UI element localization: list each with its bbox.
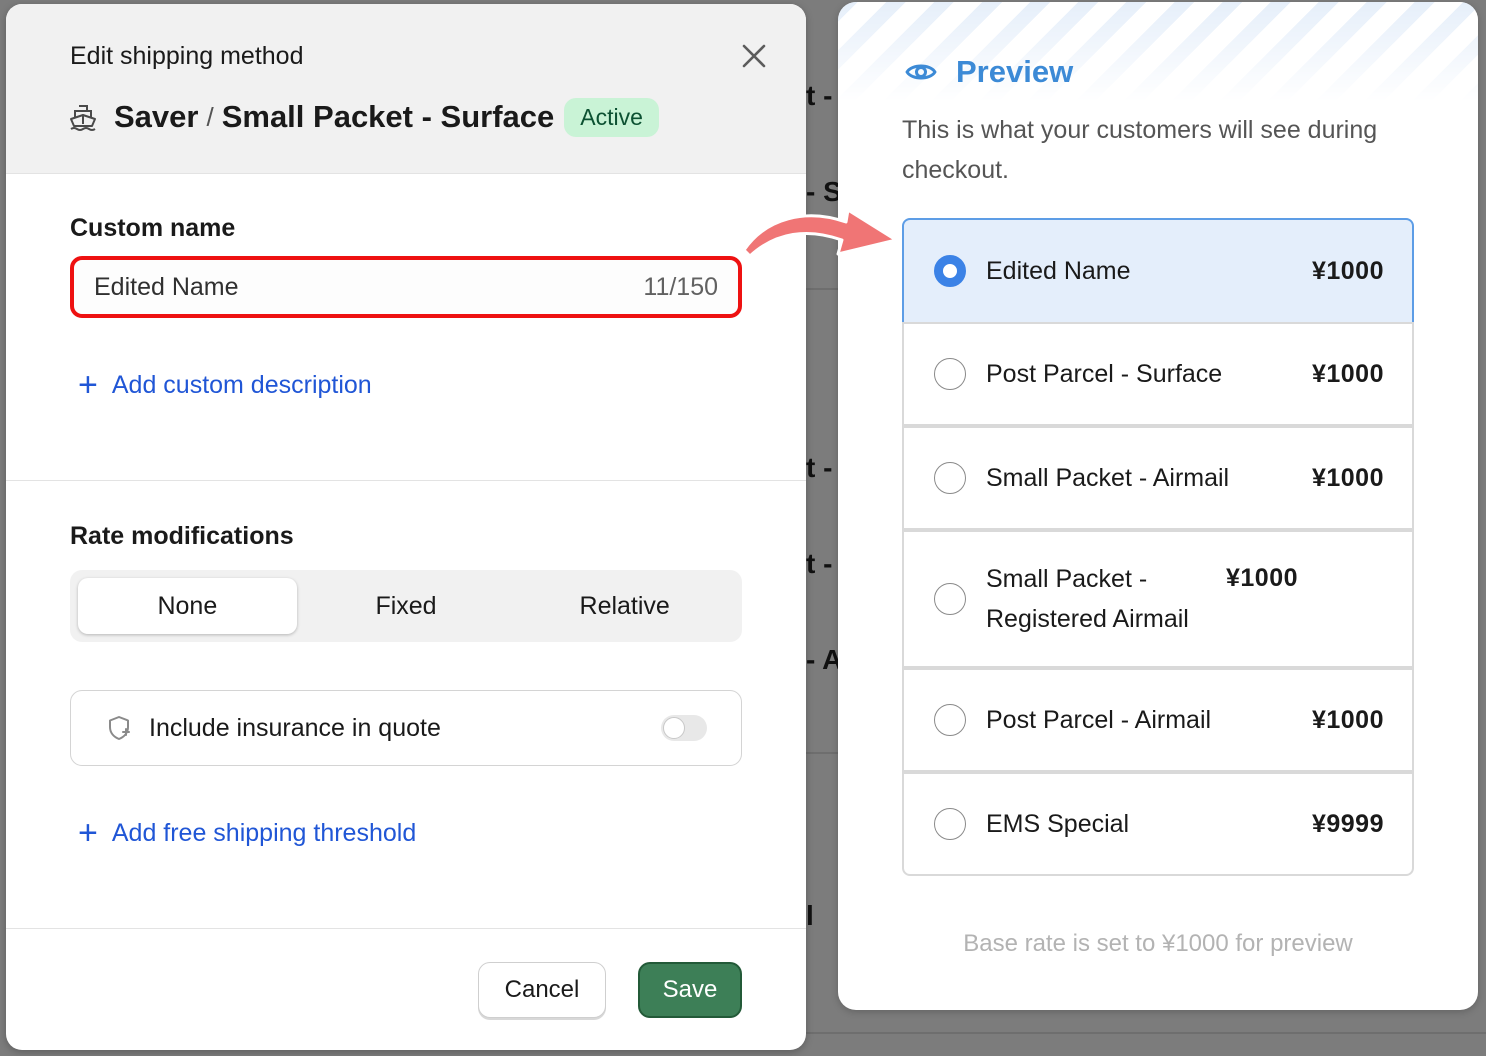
- close-icon: [742, 44, 766, 68]
- close-button[interactable]: [738, 40, 770, 72]
- character-counter: 11/150: [643, 272, 718, 301]
- add-custom-description-link[interactable]: + Add custom description: [78, 368, 372, 402]
- shipping-option[interactable]: Small Packet - Airmail ¥1000: [902, 426, 1414, 532]
- add-free-shipping-threshold-label: Add free shipping threshold: [111, 818, 417, 847]
- title-separator: /: [206, 101, 214, 132]
- checkout-preview-panel: Preview This is what your customers will…: [838, 2, 1478, 1010]
- status-badge: Active: [564, 97, 659, 137]
- bg-text-fragment: t -: [806, 80, 833, 111]
- shipping-option-name: Small Packet - Registered Airmail: [986, 565, 1189, 633]
- rate-modifications-label: Rate modifications: [70, 522, 294, 550]
- shipping-option-name: EMS Special: [986, 810, 1130, 838]
- rate-option-fixed[interactable]: Fixed: [297, 578, 516, 634]
- save-button[interactable]: Save: [638, 962, 742, 1018]
- bg-text-fragment: l: [806, 900, 814, 931]
- modal-kicker: Edit shipping method: [70, 42, 304, 70]
- modal-header: Edit shipping method Saver / Small Packe…: [6, 4, 806, 174]
- bg-divider: [806, 1032, 1486, 1034]
- eye-icon: [905, 64, 937, 80]
- shipping-option-price: ¥1000: [1311, 463, 1384, 492]
- rate-option-none[interactable]: None: [78, 578, 297, 634]
- rate-option-relative[interactable]: Relative: [515, 578, 734, 634]
- preview-footnote: Base rate is set to ¥1000 for preview: [963, 930, 1353, 957]
- insurance-toggle[interactable]: [661, 715, 707, 741]
- cancel-button[interactable]: Cancel: [478, 962, 606, 1018]
- toggle-knob: [663, 717, 685, 739]
- section-divider: [6, 480, 806, 481]
- radio-button-selected[interactable]: [934, 255, 966, 287]
- bg-text-fragment: - A: [806, 644, 843, 675]
- shipping-option[interactable]: Post Parcel - Airmail ¥1000: [902, 668, 1414, 774]
- shipping-option-name: Post Parcel - Airmail: [986, 706, 1212, 734]
- custom-name-input[interactable]: Edited Name 11/150: [70, 256, 742, 318]
- shipping-option-price: ¥1000: [1311, 359, 1384, 388]
- shipping-options-list: Edited Name ¥1000 Post Parcel - Surface …: [902, 218, 1414, 876]
- service-name: Small Packet - Surface: [221, 99, 555, 134]
- shipping-option-name: Small Packet - Airmail: [986, 464, 1230, 492]
- footer-divider: [6, 928, 806, 929]
- radio-button[interactable]: [934, 358, 966, 390]
- insurance-label: Include insurance in quote: [149, 713, 441, 742]
- shipping-option-name: Post Parcel - Surface: [986, 360, 1223, 388]
- shipping-option-price: ¥1000: [1311, 256, 1384, 285]
- edit-shipping-modal: Edit shipping method Saver / Small Packe…: [6, 4, 806, 1050]
- carrier-name: Saver: [114, 99, 199, 134]
- preview-title-text: Preview: [956, 54, 1074, 89]
- preview-title: Preview: [904, 54, 1073, 90]
- shipping-option[interactable]: Small Packet - Registered Airmail ¥1000: [902, 530, 1414, 670]
- insurance-row: Include insurance in quote: [70, 690, 742, 766]
- shipping-option[interactable]: Post Parcel - Surface ¥1000: [902, 322, 1414, 428]
- radio-button[interactable]: [934, 583, 966, 615]
- curved-arrow-icon: [742, 208, 898, 258]
- shield-plus-icon: [109, 716, 130, 740]
- bg-text-fragment: t -: [806, 452, 833, 483]
- add-free-shipping-threshold-link[interactable]: + Add free shipping threshold: [78, 816, 416, 850]
- radio-button[interactable]: [934, 462, 966, 494]
- modal-title: Saver / Small Packet - Surface Active: [68, 96, 659, 138]
- plus-icon: +: [78, 814, 98, 852]
- preview-subtitle: This is what your customers will see dur…: [902, 116, 1378, 184]
- shipping-option[interactable]: Edited Name ¥1000: [902, 218, 1414, 324]
- shipping-option-price: ¥1000: [1311, 705, 1384, 734]
- custom-name-value: Edited Name: [94, 272, 239, 301]
- rate-modification-selector: None Fixed Relative: [70, 570, 742, 642]
- shipping-option-price: ¥1000: [1226, 564, 1299, 592]
- shipping-option[interactable]: EMS Special ¥9999: [902, 772, 1414, 876]
- plus-icon: +: [78, 366, 98, 404]
- bg-text-fragment: t -: [806, 548, 833, 579]
- radio-button[interactable]: [934, 808, 966, 840]
- add-custom-description-label: Add custom description: [111, 370, 372, 399]
- shipping-option-price: ¥9999: [1311, 809, 1384, 838]
- shipping-option-name: Edited Name: [986, 257, 1131, 285]
- radio-button[interactable]: [934, 704, 966, 736]
- ship-icon: [70, 105, 96, 131]
- custom-name-label: Custom name: [70, 214, 236, 242]
